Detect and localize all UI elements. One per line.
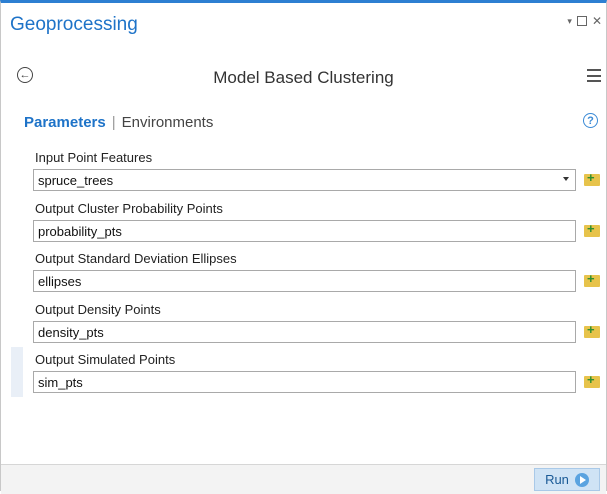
active-parameter-indicator bbox=[11, 347, 23, 397]
geoprocessing-pane: Geoprocessing ▾ ✕ ← Model Based Clusteri… bbox=[0, 0, 607, 494]
param-label-output-cluster-probability: Output Cluster Probability Points bbox=[35, 201, 223, 216]
param-label-input-point-features: Input Point Features bbox=[35, 150, 153, 165]
output-cluster-probability-value: probability_pts bbox=[38, 224, 122, 239]
browse-folder-icon[interactable]: + bbox=[584, 171, 600, 186]
param-label-output-simulated: Output Simulated Points bbox=[35, 352, 176, 367]
browse-folder-icon[interactable]: + bbox=[584, 222, 600, 237]
output-ellipses-value: ellipses bbox=[38, 274, 82, 289]
help-icon[interactable]: ? bbox=[583, 113, 598, 128]
run-label: Run bbox=[545, 472, 569, 487]
tool-title: Model Based Clustering bbox=[213, 68, 394, 87]
browse-folder-icon[interactable]: + bbox=[584, 373, 600, 388]
output-density-field[interactable]: density_pts bbox=[33, 321, 576, 343]
tab-parameters[interactable]: Parameters bbox=[24, 114, 106, 131]
play-icon bbox=[574, 472, 589, 487]
pane-title: Geoprocessing bbox=[10, 14, 138, 35]
input-point-features-dropdown[interactable]: spruce_trees bbox=[33, 169, 576, 191]
input-point-features-value: spruce_trees bbox=[38, 173, 114, 188]
tab-bar: Parameters | Environments bbox=[24, 114, 213, 131]
output-ellipses-field[interactable]: ellipses bbox=[33, 270, 576, 292]
browse-folder-icon[interactable]: + bbox=[584, 272, 600, 287]
menu-icon[interactable] bbox=[587, 69, 601, 82]
maximize-icon[interactable] bbox=[576, 16, 587, 26]
pin-dropdown-icon[interactable]: ▾ bbox=[567, 16, 572, 27]
tool-header: ← Model Based Clustering bbox=[1, 55, 606, 95]
tab-environments[interactable]: Environments bbox=[122, 114, 214, 131]
output-simulated-field[interactable]: sim_pts bbox=[33, 371, 576, 393]
pane-footer: Run bbox=[1, 464, 606, 494]
window-controls: ▾ ✕ bbox=[567, 14, 602, 28]
tab-separator: | bbox=[111, 114, 116, 131]
close-icon[interactable]: ✕ bbox=[592, 14, 602, 28]
output-density-value: density_pts bbox=[38, 325, 104, 340]
output-simulated-value: sim_pts bbox=[38, 375, 83, 390]
pane-titlebar: Geoprocessing ▾ ✕ bbox=[1, 3, 606, 43]
param-label-output-density: Output Density Points bbox=[35, 302, 161, 317]
chevron-down-icon[interactable] bbox=[563, 177, 569, 181]
browse-folder-icon[interactable]: + bbox=[584, 323, 600, 338]
output-cluster-probability-field[interactable]: probability_pts bbox=[33, 220, 576, 242]
param-label-output-ellipses: Output Standard Deviation Ellipses bbox=[35, 251, 237, 266]
run-button[interactable]: Run bbox=[534, 468, 600, 491]
